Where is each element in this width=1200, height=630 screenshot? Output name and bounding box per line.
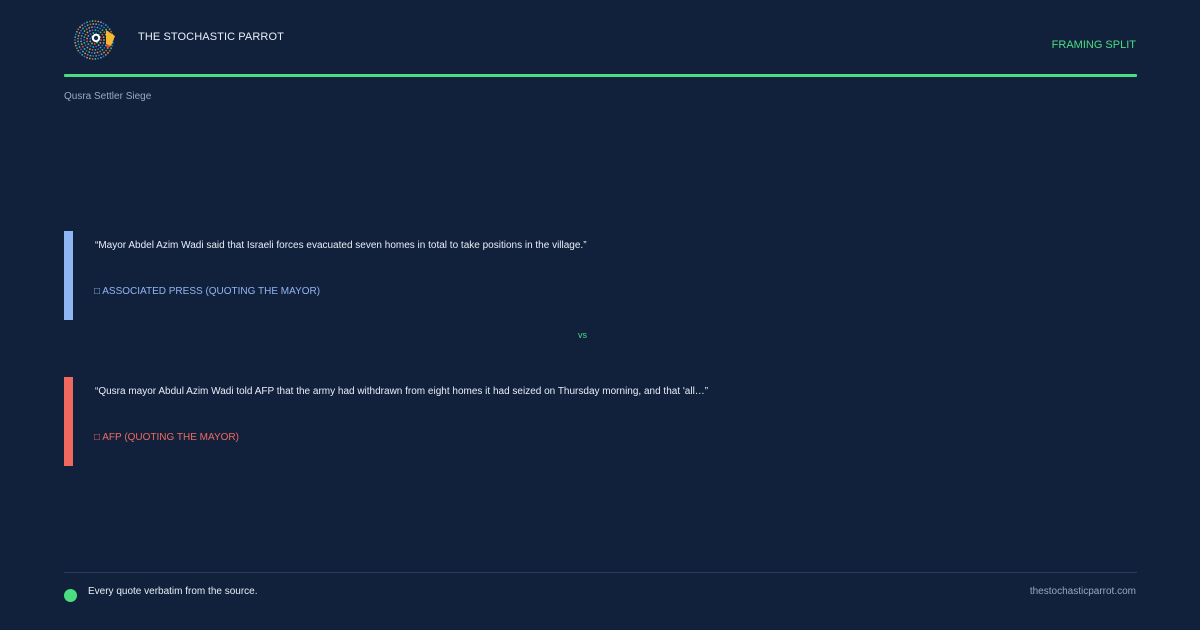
topic-title: Qusra Settler Siege <box>64 91 152 102</box>
quote-text: “Qusra mayor Abdul Azim Wadi told AFP th… <box>95 386 709 397</box>
quote-card-afp: “Qusra mayor Abdul Azim Wadi told AFP th… <box>64 377 1136 466</box>
quote-card-ap: “Mayor Abdel Azim Wadi said that Israeli… <box>64 231 1136 320</box>
header-divider <box>64 74 1137 77</box>
brand-name: THE STOCHASTIC PARROT <box>138 31 284 43</box>
quote-source: □ AFP (QUOTING THE MAYOR) <box>94 432 239 443</box>
quote-text: “Mayor Abdel Azim Wadi said that Israeli… <box>95 240 587 251</box>
quote-source: □ ASSOCIATED PRESS (QUOTING THE MAYOR) <box>94 286 321 297</box>
quote-accent-bar <box>64 377 73 466</box>
parrot-logo-icon <box>74 20 115 60</box>
header: THE STOCHASTIC PARROT FRAMING SPLIT <box>64 14 1136 76</box>
footer-site-link[interactable]: thestochasticparrot.com <box>1030 586 1136 597</box>
framing-split-tag: FRAMING SPLIT <box>1051 39 1136 51</box>
footer-divider <box>64 572 1137 573</box>
quote-accent-bar <box>64 231 73 320</box>
footer-note: Every quote verbatim from the source. <box>88 586 258 597</box>
status-dot-icon <box>64 589 77 602</box>
versus-label: vs <box>578 330 587 340</box>
